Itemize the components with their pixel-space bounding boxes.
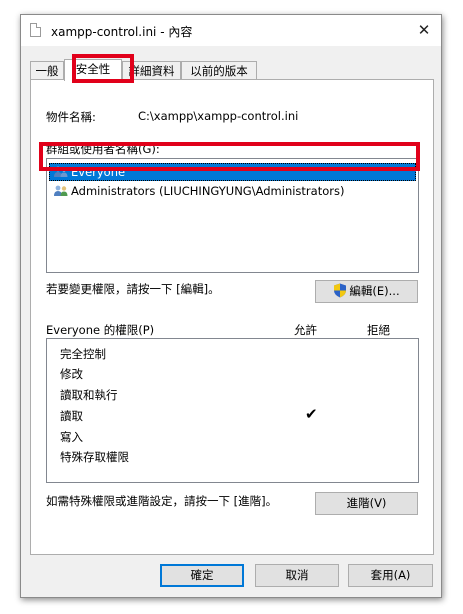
object-name-label: 物件名稱:: [46, 110, 96, 124]
advanced-hint: 如需特殊權限或進階設定，請按一下 [進階]。: [46, 494, 278, 508]
groups-label: 群組或使用者名稱(G):: [46, 142, 160, 156]
tab-security[interactable]: 安全性: [64, 59, 122, 81]
edit-button-label: 編輯(E)...: [349, 284, 400, 298]
title-bar: xampp-control.ini - 內容 ✕: [21, 15, 441, 46]
file-icon: [30, 23, 41, 37]
permissions-list: 完全控制 修改 讀取和執行 讀取 ✔ 寫入 特殊存取權限: [46, 338, 419, 483]
permission-row: 寫入: [60, 430, 83, 444]
deny-header: 拒絕: [367, 323, 390, 337]
close-button[interactable]: ✕: [407, 15, 441, 46]
permission-row: 讀取和執行: [60, 388, 118, 402]
allow-checkmark-icon: ✔: [305, 405, 318, 423]
tab-details[interactable]: 詳細資料: [122, 61, 181, 79]
permission-row: 特殊存取權限: [60, 450, 129, 464]
security-panel: 物件名稱: C:\xampp\xampp-control.ini 群組或使用者名…: [30, 79, 434, 555]
users-icon: [54, 166, 68, 177]
permission-row: 讀取: [60, 409, 83, 423]
list-item-everyone[interactable]: Everyone: [49, 163, 416, 181]
permission-row: 完全控制: [60, 347, 106, 361]
ok-button[interactable]: 確定: [160, 564, 244, 587]
principals-list[interactable]: Everyone Administrators (LIUCHINGYUNG\Ad…: [46, 158, 419, 273]
uac-shield-icon: [334, 283, 347, 298]
principal-name: Everyone: [71, 165, 126, 179]
edit-button[interactable]: 編輯(E)...: [315, 280, 418, 303]
allow-header: 允許: [294, 323, 317, 337]
permissions-label: Everyone 的權限(P): [46, 323, 155, 337]
object-name-value: C:\xampp\xampp-control.ini: [138, 109, 299, 123]
tab-bar: 一般 安全性 詳細資料 以前的版本: [30, 59, 434, 81]
cancel-button[interactable]: 取消: [255, 564, 339, 587]
tab-general[interactable]: 一般: [30, 61, 64, 79]
permission-row: 修改: [60, 367, 83, 381]
tab-previous-versions[interactable]: 以前的版本: [181, 61, 257, 79]
apply-button[interactable]: 套用(A): [348, 564, 433, 587]
users-icon: [54, 185, 68, 196]
properties-dialog: xampp-control.ini - 內容 ✕ 一般 安全性 詳細資料 以前的…: [20, 14, 442, 598]
advanced-button[interactable]: 進階(V): [315, 492, 418, 515]
window-title: xampp-control.ini - 內容: [51, 25, 193, 39]
principal-name: Administrators (LIUCHINGYUNG\Administrat…: [71, 184, 345, 198]
list-item-administrators[interactable]: Administrators (LIUCHINGYUNG\Administrat…: [49, 182, 416, 200]
edit-hint: 若要變更權限，請按一下 [編輯]。: [46, 282, 220, 296]
